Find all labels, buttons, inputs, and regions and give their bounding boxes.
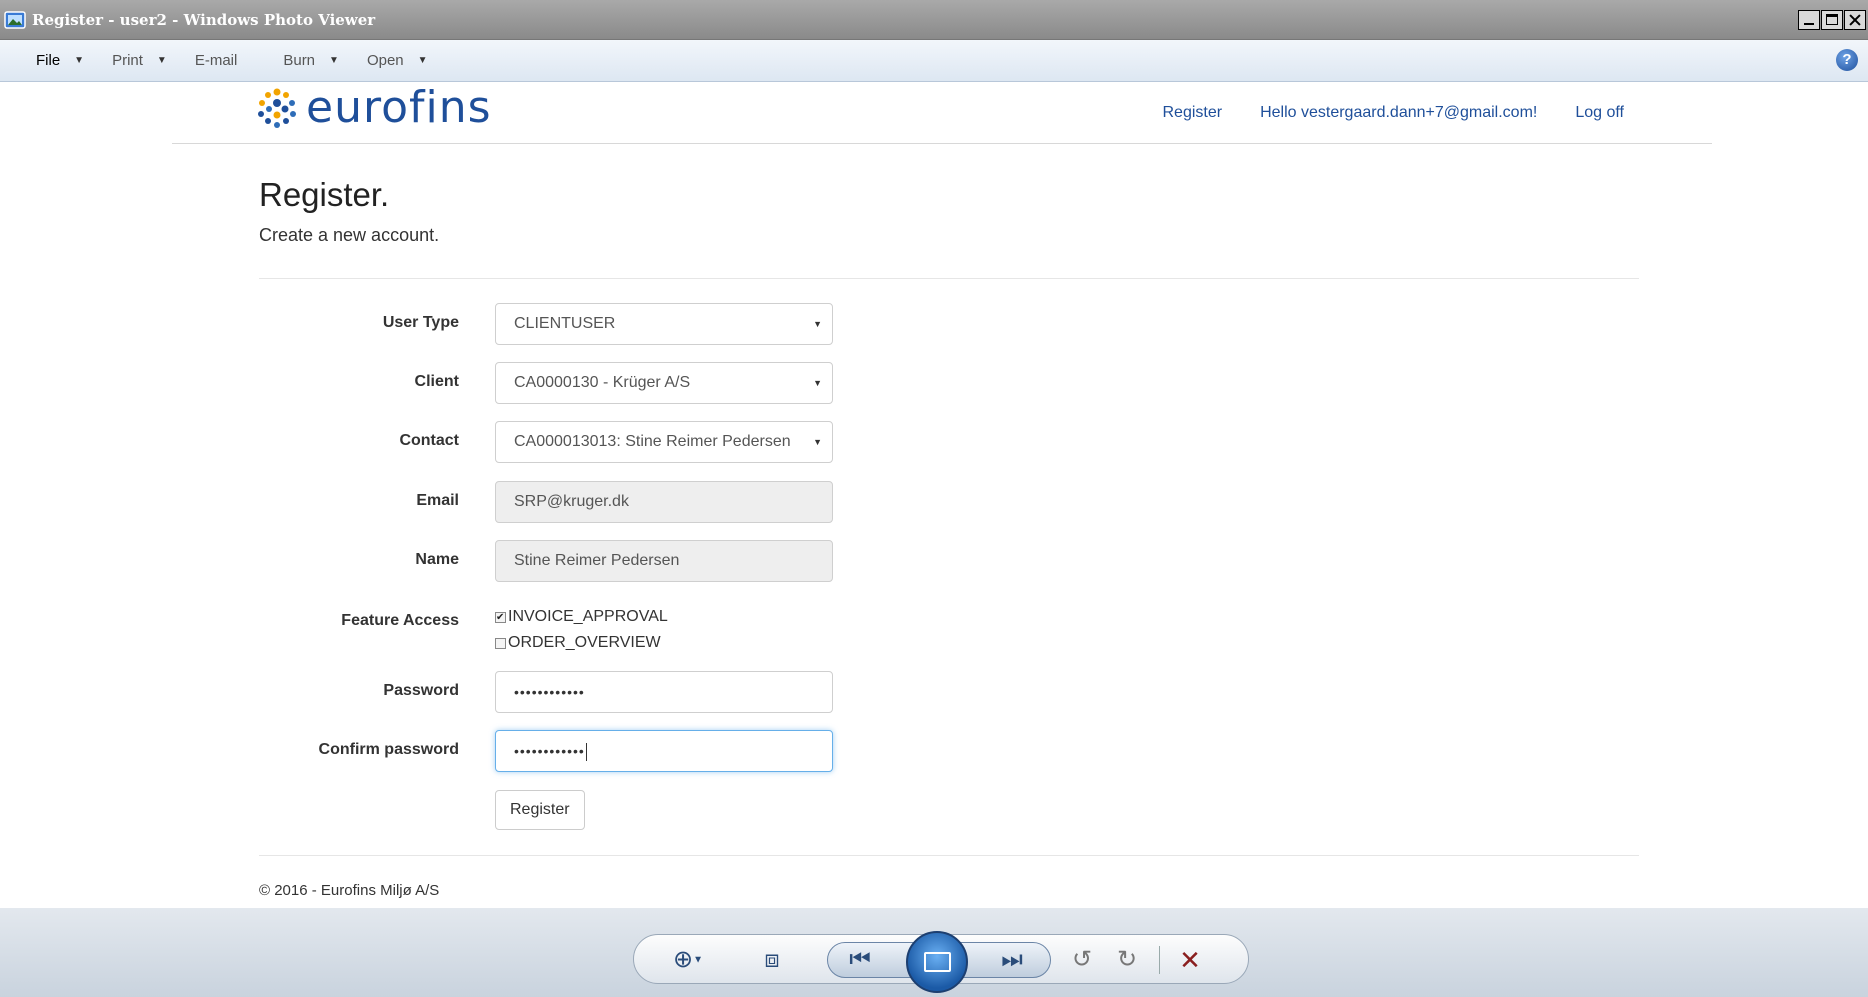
password-row: Password •••••••••••• xyxy=(259,671,1639,713)
feature-access-label: Feature Access xyxy=(341,612,459,629)
page-subtitle: Create a new account. xyxy=(259,224,440,245)
confirm-password-field[interactable]: •••••••••••• xyxy=(495,730,833,772)
client-label: Client xyxy=(414,373,459,390)
name-field: Stine Reimer Pedersen xyxy=(495,540,833,582)
fit-to-window-icon[interactable]: ⧈ xyxy=(756,944,788,976)
chevron-down-icon: ▼ xyxy=(156,55,167,66)
menu-email-label: E-mail xyxy=(194,52,238,69)
menu-bar: File ▼ Print ▼ E-mail Burn ▼ Open ▼ ? xyxy=(0,40,1868,82)
text-cursor xyxy=(585,742,587,761)
client-select[interactable]: CA0000130 - Krüger A/S xyxy=(495,362,833,404)
nav-logoff-link[interactable]: Log off xyxy=(1575,104,1624,122)
window-title: Register - user2 - Windows Photo Viewer xyxy=(32,10,376,29)
nav-hello-user-link[interactable]: Hello vestergaard.dann+7@gmail.com! xyxy=(1260,104,1537,122)
top-nav-links: Register Hello vestergaard.dann+7@gmail.… xyxy=(1125,104,1625,122)
previous-icon[interactable]: ⏮ xyxy=(844,944,876,976)
menu-open[interactable]: Open ▼ xyxy=(367,52,428,69)
email-label: Email xyxy=(416,492,459,509)
delete-icon[interactable]: ✕ xyxy=(1174,944,1206,976)
invoice-approval-option[interactable]: INVOICE_APPROVAL xyxy=(495,604,668,630)
menu-print-label: Print xyxy=(112,52,143,69)
window-controls xyxy=(1797,10,1866,30)
footer-copyright: © 2016 - Eurofins Miljø A/S xyxy=(259,882,440,899)
client-row: Client CA0000130 - Krüger A/S xyxy=(259,362,1639,404)
user-type-select[interactable]: CLIENTUSER xyxy=(495,303,833,345)
page-title: Register. xyxy=(259,176,390,213)
menu-file-label: File xyxy=(36,52,61,69)
confirm-password-value: •••••••••••• xyxy=(514,743,585,759)
password-label: Password xyxy=(383,682,459,699)
checkbox-unchecked[interactable] xyxy=(495,637,506,649)
eurofins-logo[interactable]: eurofins xyxy=(256,86,492,130)
slideshow-icon[interactable] xyxy=(906,931,968,993)
divider xyxy=(259,855,1639,856)
minimize-button[interactable] xyxy=(1798,10,1820,30)
maximize-button[interactable] xyxy=(1821,10,1843,30)
register-button[interactable]: Register xyxy=(495,790,585,830)
chevron-down-icon: ▼ xyxy=(329,55,339,66)
menu-print[interactable]: Print ▼ xyxy=(112,52,167,69)
photo-viewer-toolbar: ⊕▼ ⧈ ⏮ ⏭ ↺ ↻ ✕ xyxy=(0,908,1868,997)
menu-file[interactable]: File ▼ xyxy=(36,52,84,69)
menu-email[interactable]: E-mail xyxy=(195,52,238,69)
site-header: eurofins Register Hello vestergaard.dann… xyxy=(172,82,1712,144)
contact-label: Contact xyxy=(399,432,459,449)
checkbox-checked[interactable] xyxy=(495,611,506,623)
confirm-password-row: Confirm password •••••••••••• xyxy=(259,730,1639,772)
rotate-right-icon[interactable]: ↻ xyxy=(1111,944,1143,976)
page-heading: Register. Create a new account. xyxy=(259,175,1639,246)
invoice-approval-label: INVOICE_APPROVAL xyxy=(508,608,668,625)
next-icon[interactable]: ⏭ xyxy=(996,944,1028,976)
chevron-down-icon: ▼ xyxy=(417,55,428,66)
order-overview-label: ORDER_OVERVIEW xyxy=(508,634,661,651)
nav-register-link[interactable]: Register xyxy=(1163,104,1223,122)
password-field[interactable]: •••••••••••• xyxy=(495,671,833,713)
rotate-left-icon[interactable]: ↺ xyxy=(1066,944,1098,976)
order-overview-option[interactable]: ORDER_OVERVIEW xyxy=(495,630,668,656)
menu-burn[interactable]: Burn ▼ xyxy=(283,52,339,69)
contact-select[interactable]: CA000013013: Stine Reimer Pedersen xyxy=(495,421,833,463)
window-titlebar: Register - user2 - Windows Photo Viewer xyxy=(0,0,1868,40)
menu-open-label: Open xyxy=(366,52,404,69)
menu-burn-label: Burn xyxy=(283,52,316,69)
chevron-down-icon: ▼ xyxy=(74,55,85,66)
divider xyxy=(259,278,1639,279)
feature-access-row: Feature Access INVOICE_APPROVAL ORDER_OV… xyxy=(259,608,1639,652)
feature-access-options: INVOICE_APPROVAL ORDER_OVERVIEW xyxy=(495,604,668,656)
name-row: Name Stine Reimer Pedersen xyxy=(259,540,1639,582)
logo-wordmark: eurofins xyxy=(306,82,492,133)
confirm-password-label: Confirm password xyxy=(318,741,459,758)
viewer-controls: ⊕▼ ⧈ ⏮ ⏭ ↺ ↻ ✕ xyxy=(633,931,1249,993)
help-icon[interactable]: ? xyxy=(1836,49,1858,71)
zoom-icon[interactable]: ⊕▼ xyxy=(672,944,704,976)
password-value: •••••••••••• xyxy=(514,684,585,700)
toolbar-divider xyxy=(1159,946,1160,974)
close-window-button[interactable] xyxy=(1844,10,1866,30)
contact-row: Contact CA000013013: Stine Reimer Peders… xyxy=(259,421,1639,463)
email-field: SRP@kruger.dk xyxy=(495,481,833,523)
user-type-label: User Type xyxy=(382,314,459,331)
user-type-row: User Type CLIENTUSER xyxy=(259,303,1639,345)
eurofins-logo-icon xyxy=(258,88,296,128)
photo-viewer-app-icon xyxy=(4,10,26,29)
name-label: Name xyxy=(415,551,459,568)
email-row: Email SRP@kruger.dk xyxy=(259,481,1639,523)
